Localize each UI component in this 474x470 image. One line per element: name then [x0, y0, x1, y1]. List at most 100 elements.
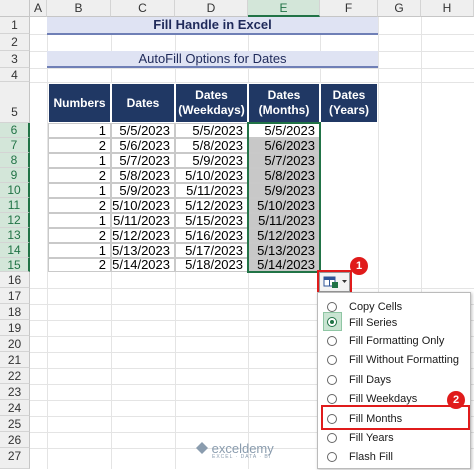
cell-month-date[interactable]: 5/12/2023	[248, 228, 320, 243]
cell-date[interactable]: 5/10/2023	[111, 198, 175, 213]
cell-month-date[interactable]: 5/13/2023	[248, 243, 320, 258]
row-header-10[interactable]: 10	[0, 183, 30, 198]
row-header-18[interactable]: 18	[0, 304, 30, 320]
row-header-4[interactable]: 4	[0, 68, 30, 82]
grid-line	[30, 288, 474, 289]
cell-number[interactable]: 2	[48, 168, 111, 183]
row-header-1[interactable]: 1	[0, 17, 30, 34]
menu-item-label: Fill Without Formatting	[349, 354, 460, 366]
cell-number[interactable]: 1	[48, 123, 111, 138]
step-badge-2: 2	[447, 391, 465, 409]
cell-date[interactable]: 5/6/2023	[111, 138, 175, 153]
cell-date[interactable]: 5/8/2023	[111, 168, 175, 183]
row-header-26[interactable]: 26	[0, 432, 30, 448]
cell-weekday-date[interactable]: 5/11/2023	[175, 183, 248, 198]
row-header-3[interactable]: 3	[0, 51, 30, 68]
row-header-9[interactable]: 9	[0, 168, 30, 183]
cell-date[interactable]: 5/14/2023	[111, 258, 175, 272]
column-header-e[interactable]: E	[248, 0, 320, 17]
row-header-8[interactable]: 8	[0, 153, 30, 168]
cell-weekday-date[interactable]: 5/12/2023	[175, 198, 248, 213]
row-header-20[interactable]: 20	[0, 336, 30, 352]
column-header-f[interactable]: F	[320, 0, 378, 17]
cell-weekday-date[interactable]: 5/15/2023	[175, 213, 248, 228]
menu-item-label: Fill Series	[349, 317, 398, 329]
cell-weekday-date[interactable]: 5/10/2023	[175, 168, 248, 183]
header-dates-months[interactable]: Dates (Months)	[248, 83, 320, 123]
menu-item-label: Flash Fill	[349, 451, 394, 463]
row-header-7[interactable]: 7	[0, 138, 30, 153]
row-header-15[interactable]: 15	[0, 258, 30, 272]
row-header-17[interactable]: 17	[0, 288, 30, 304]
cell-month-date[interactable]: 5/14/2023	[248, 258, 320, 272]
row-header-16[interactable]: 16	[0, 272, 30, 288]
cell-month-date[interactable]: 5/10/2023	[248, 198, 320, 213]
cell-month-date[interactable]: 5/6/2023	[248, 138, 320, 153]
cell-number[interactable]: 2	[48, 258, 111, 272]
header-dates-weekdays[interactable]: Dates (Weekdays)	[175, 83, 248, 123]
cell-date[interactable]: 5/9/2023	[111, 183, 175, 198]
radio-icon	[327, 452, 337, 462]
cell-month-date[interactable]: 5/8/2023	[248, 168, 320, 183]
radio-selected-icon	[327, 317, 337, 327]
select-all-corner[interactable]	[0, 0, 30, 17]
cell-date[interactable]: 5/7/2023	[111, 153, 175, 168]
sheet-title[interactable]: Fill Handle in Excel	[47, 17, 378, 35]
row-header-23[interactable]: 23	[0, 384, 30, 400]
row-header-2[interactable]: 2	[0, 34, 30, 51]
cell-month-date[interactable]: 5/5/2023	[248, 123, 320, 138]
watermark-tagline: EXCEL · DATA · BI	[212, 454, 272, 460]
grid-line	[30, 68, 474, 69]
cell-weekday-date[interactable]: 5/16/2023	[175, 228, 248, 243]
sheet-subtitle[interactable]: AutoFill Options for Dates	[47, 51, 378, 68]
menu-item-flash-fill[interactable]: Flash Fill	[318, 446, 470, 470]
cell-weekday-date[interactable]: 5/5/2023	[175, 123, 248, 138]
row-header-22[interactable]: 22	[0, 368, 30, 384]
cell-number[interactable]: 1	[48, 213, 111, 228]
cell-number[interactable]: 2	[48, 198, 111, 213]
column-header-c[interactable]: C	[111, 0, 175, 17]
spreadsheet: A B C D E F G H 1 2 3 4 5 6 7 8 9 10 11 …	[0, 0, 474, 469]
cell-number[interactable]: 2	[48, 138, 111, 153]
cell-date[interactable]: 5/11/2023	[111, 213, 175, 228]
cell-date[interactable]: 5/13/2023	[111, 243, 175, 258]
radio-icon	[327, 433, 337, 443]
header-dates[interactable]: Dates	[111, 83, 175, 123]
row-header-27[interactable]: 27	[0, 448, 30, 469]
row-header-12[interactable]: 12	[0, 213, 30, 228]
cell-number[interactable]: 1	[48, 153, 111, 168]
header-dates-years[interactable]: Dates (Years)	[320, 83, 378, 123]
row-header-24[interactable]: 24	[0, 400, 30, 416]
radio-icon	[327, 394, 337, 404]
cell-date[interactable]: 5/5/2023	[111, 123, 175, 138]
header-numbers[interactable]: Numbers	[48, 83, 111, 123]
cell-month-date[interactable]: 5/11/2023	[248, 213, 320, 228]
cell-month-date[interactable]: 5/7/2023	[248, 153, 320, 168]
cell-number[interactable]: 1	[48, 243, 111, 258]
column-header-a[interactable]: A	[30, 0, 47, 17]
step-badge-1: 1	[350, 257, 368, 275]
cell-number[interactable]: 2	[48, 228, 111, 243]
row-header-13[interactable]: 13	[0, 228, 30, 243]
row-header-19[interactable]: 19	[0, 320, 30, 336]
menu-item-label: Fill Formatting Only	[349, 335, 445, 347]
cell-date[interactable]: 5/12/2023	[111, 228, 175, 243]
cell-weekday-date[interactable]: 5/9/2023	[175, 153, 248, 168]
column-header-d[interactable]: D	[175, 0, 248, 17]
cell-weekday-date[interactable]: 5/8/2023	[175, 138, 248, 153]
menu-item-label: Fill Years	[349, 432, 394, 444]
row-header-14[interactable]: 14	[0, 243, 30, 258]
cell-number[interactable]: 1	[48, 183, 111, 198]
row-header-6[interactable]: 6	[0, 123, 30, 138]
row-header-11[interactable]: 11	[0, 198, 30, 213]
cell-weekday-date[interactable]: 5/17/2023	[175, 243, 248, 258]
column-header-g[interactable]: G	[378, 0, 421, 17]
cell-month-date[interactable]: 5/9/2023	[248, 183, 320, 198]
cell-weekday-date[interactable]: 5/18/2023	[175, 258, 248, 272]
column-header-h[interactable]: H	[421, 0, 474, 17]
row-header-25[interactable]: 25	[0, 416, 30, 432]
radio-icon	[327, 355, 337, 365]
row-header-5[interactable]: 5	[0, 82, 30, 123]
column-header-b[interactable]: B	[47, 0, 111, 17]
row-header-21[interactable]: 21	[0, 352, 30, 368]
